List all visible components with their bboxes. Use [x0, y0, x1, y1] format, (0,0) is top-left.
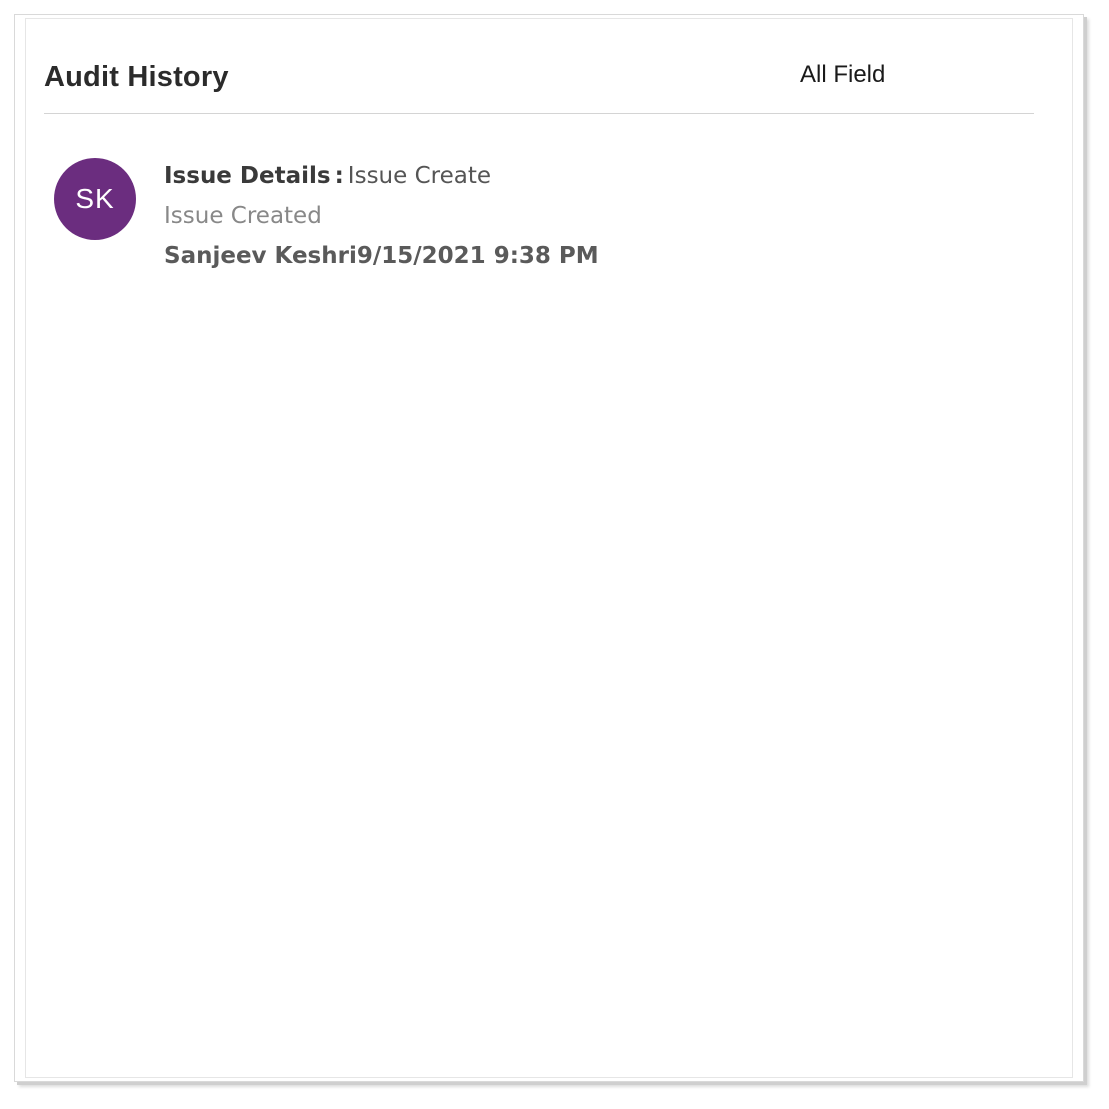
audit-description: Issue Created	[164, 203, 322, 229]
panel-header: Audit History All Field	[44, 57, 1034, 114]
avatar: SK	[54, 158, 136, 240]
audit-entry: SK Issue Details: Issue Create Issue Crea…	[44, 155, 1024, 295]
audit-timestamp: 9/15/2021 9:38 PM	[356, 243, 599, 269]
panel-title: Audit History	[44, 61, 229, 93]
audit-meta: Sanjeev Keshri9/15/2021 9:38 PM	[164, 241, 599, 271]
audit-history-panel: Audit History All Field SK Issue Details…	[14, 14, 1084, 1082]
audit-section-name: Issue Details	[164, 163, 331, 189]
audit-separator: :	[334, 163, 344, 189]
audit-entry-text: Issue Details: Issue Create Issue Created…	[164, 161, 599, 271]
audit-entry-heading: Issue Details: Issue Create	[164, 161, 599, 201]
audit-action: Issue Create	[347, 163, 492, 189]
field-filter-dropdown[interactable]: All Field	[800, 61, 885, 89]
audit-user: Sanjeev Keshri	[164, 243, 357, 269]
